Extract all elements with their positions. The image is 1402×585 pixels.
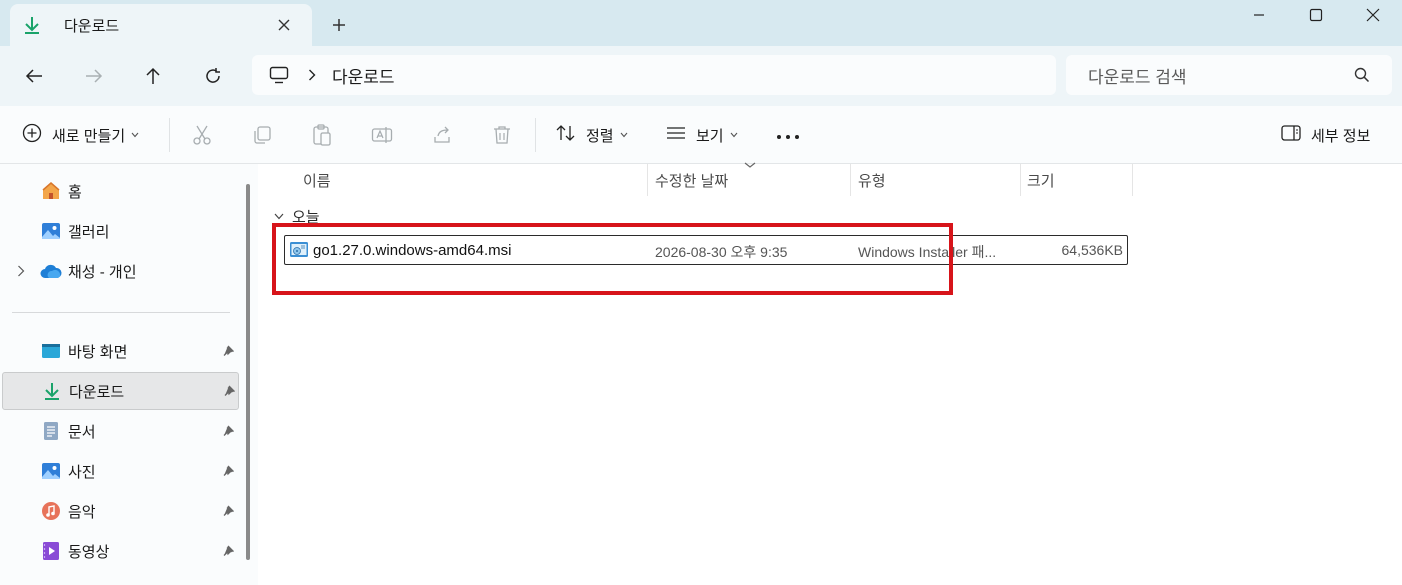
sidebar-item-downloads[interactable]: 다운로드 (2, 372, 239, 410)
chevron-down-icon (620, 132, 628, 138)
chevron-down-icon (272, 213, 286, 220)
command-bar: 새로 만들기 정렬 보기 세부 정보 (0, 106, 1402, 164)
delete-icon[interactable] (490, 123, 514, 147)
pin-icon[interactable] (220, 503, 236, 519)
chevron-right-icon[interactable] (14, 265, 28, 277)
close-window-button[interactable] (1344, 0, 1402, 30)
view-label: 보기 (696, 127, 724, 145)
column-divider[interactable] (850, 164, 851, 196)
sidebar-item-music[interactable]: 음악 (0, 492, 240, 530)
sidebar-item-gallery[interactable]: 갤러리 (0, 212, 240, 250)
column-header-name[interactable]: 이름 (303, 164, 331, 196)
search-box[interactable]: 다운로드 검색 (1066, 55, 1392, 95)
documents-icon (40, 420, 62, 442)
pin-icon[interactable] (220, 423, 236, 439)
share-icon[interactable] (430, 123, 454, 147)
sidebar-item-label: 갤러리 (68, 223, 110, 241)
this-pc-icon (268, 64, 290, 86)
column-divider[interactable] (647, 164, 648, 196)
chevron-down-icon (730, 132, 738, 138)
sidebar-item-label: 음악 (68, 503, 96, 521)
sidebar-item-label: 홈 (68, 183, 82, 201)
sidebar-item-desktop[interactable]: 바탕 화면 (0, 332, 240, 370)
view-list-icon (666, 125, 686, 145)
new-tab-button[interactable] (328, 14, 350, 36)
more-options-icon (776, 127, 800, 144)
details-pane-icon (1281, 124, 1301, 146)
downloads-icon (41, 380, 63, 402)
sidebar-divider (12, 312, 230, 313)
close-tab-icon[interactable] (274, 15, 294, 35)
title-bar: 다운로드 (0, 0, 1402, 46)
home-icon (40, 180, 62, 202)
tab-downloads[interactable]: 다운로드 (10, 4, 312, 46)
maximize-button[interactable] (1287, 0, 1345, 30)
pin-icon[interactable] (221, 383, 237, 399)
videos-icon (40, 540, 62, 562)
details-label: 세부 정보 (1311, 127, 1371, 145)
refresh-button[interactable] (201, 64, 225, 88)
sidebar-scrollbar[interactable] (246, 184, 250, 560)
navigation-pane: 홈 갤러리 채성 - 개인 바탕 화면 다운로드 문서 사진 음악 동영상 (0, 164, 258, 585)
sidebar-item-label: 채성 - 개인 (68, 263, 137, 281)
address-bar[interactable]: 다운로드 (252, 55, 1056, 95)
back-button[interactable] (22, 64, 46, 88)
chevron-down-icon (131, 132, 139, 138)
details-pane-button[interactable]: 세부 정보 (1281, 123, 1370, 147)
column-divider[interactable] (1020, 164, 1021, 196)
sort-icon (556, 124, 576, 146)
view-button[interactable]: 보기 (666, 123, 738, 147)
sidebar-item-label: 사진 (68, 463, 96, 481)
file-size: 64,536KB (1061, 242, 1124, 258)
sidebar-item-pictures[interactable]: 사진 (0, 452, 240, 490)
tab-title: 다운로드 (64, 17, 120, 35)
sidebar-item-label: 바탕 화면 (68, 343, 128, 361)
forward-button[interactable] (82, 64, 106, 88)
more-options-button[interactable] (776, 123, 800, 147)
desktop-icon (40, 340, 62, 362)
sidebar-item-label: 동영상 (68, 543, 110, 561)
pin-icon[interactable] (220, 343, 236, 359)
toolbar-divider (169, 118, 170, 152)
sort-label: 정렬 (586, 127, 614, 145)
breadcrumb-chevron-icon[interactable] (304, 69, 320, 81)
toolbar-divider (535, 118, 536, 152)
paste-icon[interactable] (310, 123, 334, 147)
new-label: 새로 만들기 (52, 127, 126, 145)
pin-icon[interactable] (220, 463, 236, 479)
pictures-icon (40, 460, 62, 482)
sort-button[interactable]: 정렬 (556, 123, 628, 147)
file-list: 이름 수정한 날짜 유형 크기 오늘 go1.27.0.windows-amd6… (260, 162, 1402, 585)
sidebar-item-label: 다운로드 (69, 383, 125, 401)
sidebar-item-documents[interactable]: 문서 (0, 412, 240, 450)
column-divider[interactable] (1132, 164, 1133, 196)
cut-icon[interactable] (190, 123, 214, 147)
gallery-icon (40, 220, 62, 242)
column-header-modified[interactable]: 수정한 날짜 (655, 164, 728, 196)
add-circle-icon (22, 123, 42, 147)
onedrive-icon (40, 260, 62, 282)
sort-chevron-icon (744, 162, 756, 168)
sidebar-item-onedrive[interactable]: 채성 - 개인 (0, 252, 240, 290)
up-button[interactable] (141, 64, 165, 88)
sidebar-item-label: 문서 (68, 423, 96, 441)
new-button[interactable]: 새로 만들기 (22, 123, 139, 147)
column-header-size[interactable]: 크기 (1027, 164, 1055, 196)
search-icon (1352, 65, 1372, 85)
pin-icon[interactable] (220, 543, 236, 559)
sidebar-item-videos[interactable]: 동영상 (0, 532, 240, 570)
breadcrumb-downloads[interactable]: 다운로드 (332, 63, 395, 88)
search-input[interactable]: 다운로드 검색 (1088, 63, 1352, 88)
copy-icon[interactable] (250, 123, 274, 147)
music-icon (40, 500, 62, 522)
column-header-type[interactable]: 유형 (858, 164, 886, 196)
address-row: 다운로드 다운로드 검색 (0, 46, 1402, 106)
rename-icon[interactable] (370, 123, 394, 147)
minimize-button[interactable] (1230, 0, 1288, 30)
download-arrow-icon (22, 15, 42, 35)
highlight-box (272, 223, 953, 295)
sidebar-item-home[interactable]: 홈 (0, 172, 240, 210)
